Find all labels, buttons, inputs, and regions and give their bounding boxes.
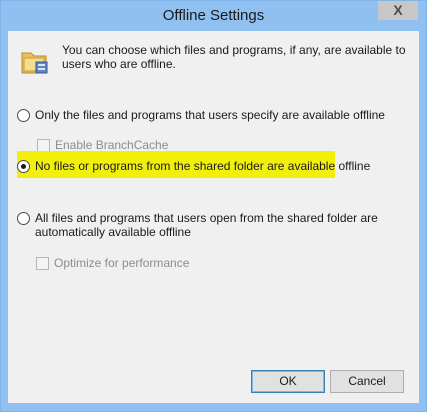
option-none-radio[interactable] <box>17 160 30 173</box>
option-specify[interactable]: Only the files and programs that users s… <box>17 108 385 122</box>
offline-folder-icon <box>21 52 48 74</box>
option-none-label: No files or programs from the shared fol… <box>35 159 371 173</box>
optimize-performance-checkbox <box>36 256 49 270</box>
enable-branchcache-label: Enable BranchCache <box>55 138 169 152</box>
option-specify-radio[interactable] <box>17 109 30 122</box>
enable-branchcache-row: Enable BranchCache <box>37 138 168 152</box>
option-all[interactable]: All files and programs that users open f… <box>17 211 397 239</box>
cancel-button[interactable]: Cancel <box>330 370 404 393</box>
ok-button[interactable]: OK <box>251 370 325 393</box>
dialog-content: You can choose which files and programs,… <box>8 31 419 403</box>
option-all-radio[interactable] <box>17 212 30 225</box>
option-specify-label: Only the files and programs that users s… <box>35 108 385 122</box>
optimize-performance-row: Optimize for performance <box>36 256 189 270</box>
option-none[interactable]: No files or programs from the shared fol… <box>17 159 370 173</box>
close-button[interactable]: X <box>378 1 418 20</box>
enable-branchcache-checkbox <box>37 138 50 152</box>
intro-text: You can choose which files and programs,… <box>62 43 406 71</box>
option-all-label: All files and programs that users open f… <box>35 211 378 239</box>
offline-settings-window: Offline Settings X You can choose which … <box>0 0 427 412</box>
optimize-performance-label: Optimize for performance <box>54 256 190 270</box>
title-bar[interactable]: Offline Settings X <box>1 1 426 31</box>
window-title: Offline Settings <box>162 7 265 24</box>
